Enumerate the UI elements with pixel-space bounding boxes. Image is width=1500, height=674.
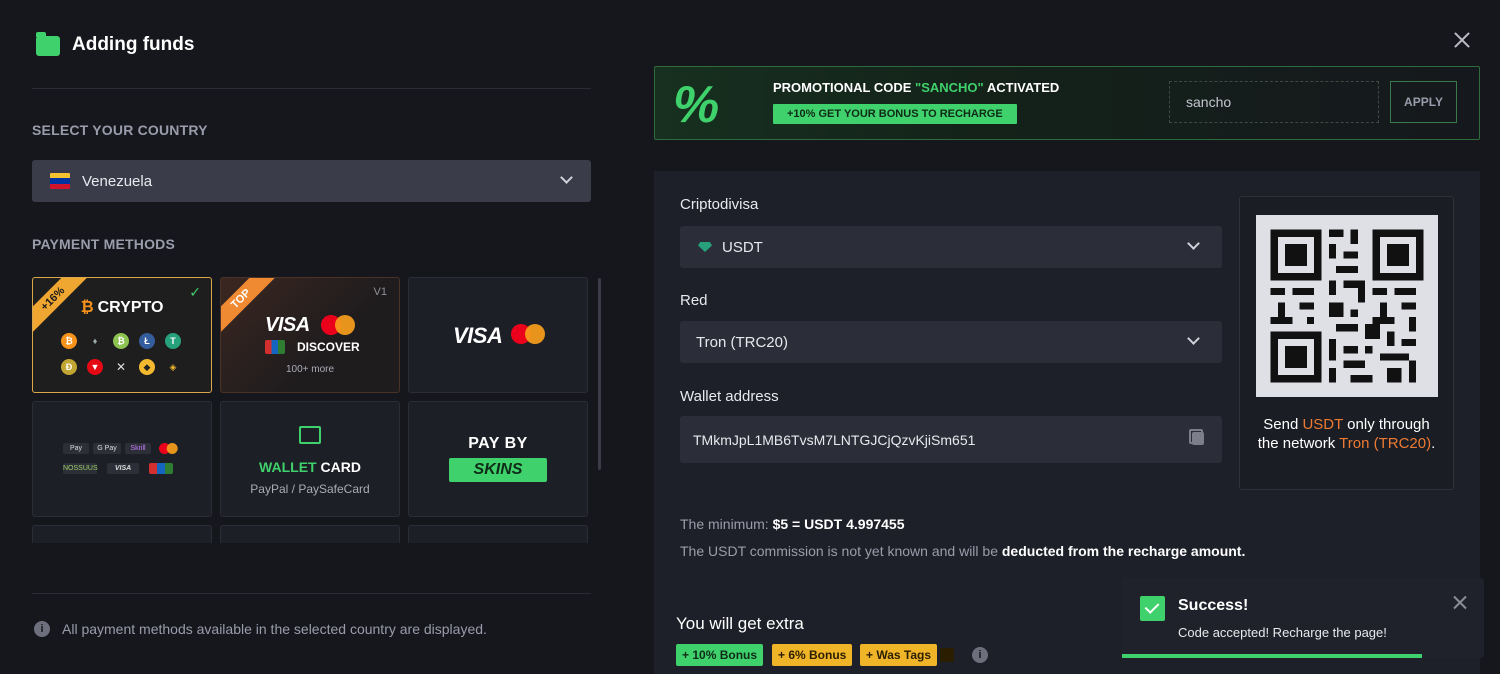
wallet-address-label: Wallet address [680, 388, 779, 405]
country-section-label: SELECT YOUR COUNTRY [32, 122, 208, 138]
chevron-down-icon [560, 171, 573, 184]
check-icon [1140, 596, 1165, 621]
toast-progress-bar [1122, 654, 1423, 658]
payment-methods-label: PAYMENT METHODS [32, 236, 176, 252]
bitcoin-coin-icon: ₿ [61, 333, 77, 349]
payment-card-visa-mastercard-discover[interactable]: TOP V1 VISA DISCOVER 100+ more [220, 277, 400, 393]
payment-card-crypto[interactable]: +16% ✓ ₿ CRYPTO ₿ ♦ ₿ Ł T Ð ▼ ✕ ◆ ◈ [32, 277, 212, 393]
crypto-label: ₿ CRYPTO [80, 299, 164, 316]
network-select[interactable]: Tron (TRC20) [680, 321, 1222, 363]
network-label: Red [680, 292, 708, 309]
bonus-tag: + Was Tags [860, 644, 938, 666]
wallet-card-title: WALLET CARD [259, 459, 361, 475]
mastercard-logo [321, 315, 355, 335]
tron-coin-icon: ▼ [87, 359, 103, 375]
close-icon[interactable] [1452, 594, 1468, 610]
apple-pay-icon: Pay [63, 443, 89, 454]
toast-message: Code accepted! Recharge the page! [1178, 625, 1387, 640]
toast-title: Success! [1178, 597, 1249, 614]
qr-instruction: Send USDT only through the network Tron … [1257, 416, 1436, 452]
promo-bonus-badge: +10% GET YOUR BONUS TO RECHARGE [773, 104, 1017, 124]
network-value: Tron (TRC20) [696, 333, 788, 351]
mastercard-logo [511, 324, 545, 344]
payment-card-wallet-card[interactable]: WALLET CARD PayPal / PaySafeCard [220, 401, 400, 517]
info-icon: i [34, 621, 50, 637]
neteller-icon: NOSSUUS [63, 463, 98, 474]
payment-methods-scrollbar[interactable] [598, 278, 601, 470]
bitcoin-cash-coin-icon: ₿ [113, 333, 129, 349]
qr-box: Send USDT only through the network Tron … [1239, 196, 1454, 490]
copy-icon[interactable] [1189, 429, 1204, 445]
bonus-tag: + 10% Bonus [676, 644, 764, 666]
bnb-coin-icon: ◆ [139, 359, 155, 375]
tether-icon [698, 242, 712, 252]
visa-logo: VISA [453, 323, 503, 348]
bonus-tag: + 6% Bonus [772, 644, 853, 666]
wallet-card-subtitle: PayPal / PaySafeCard [250, 482, 370, 496]
binance-usd-coin-icon: ◈ [169, 362, 177, 372]
country-value: Venezuela [82, 172, 153, 190]
unionpay-icon [149, 463, 173, 474]
tether-coin-icon: T [165, 333, 181, 349]
ethereum-coin-icon: ♦ [92, 336, 98, 346]
currency-label: Criptodivisa [680, 196, 759, 213]
close-icon[interactable] [1450, 28, 1474, 52]
promo-title: PROMOTIONAL CODE "SANCHO" ACTIVATED [773, 80, 1060, 95]
visa-icon: VISA [107, 463, 139, 474]
success-toast: Success! Code accepted! Recharge the pag… [1122, 578, 1484, 658]
qr-code-image [1256, 215, 1438, 397]
wallet-address-value: TMkmJpL1MB6TvsM7LNTGJCjQzvKjiSm651 [693, 431, 976, 448]
payment-methods-grid: +16% ✓ ₿ CRYPTO ₿ ♦ ₿ Ł T Ð ▼ ✕ ◆ ◈ TOP V… [32, 277, 588, 543]
wallet-address-field[interactable]: TMkmJpL1MB6TvsM7LNTGJCjQzvKjiSm651 [680, 416, 1222, 463]
bitcoin-icon: ₿ [80, 299, 94, 316]
qr-code [1256, 215, 1438, 397]
discover-logo: DISCOVER [297, 340, 360, 354]
skrill-icon: Skrill [125, 443, 151, 454]
chevron-down-icon [1187, 332, 1200, 345]
commission-note: The USDT commission is not yet known and… [680, 543, 1246, 559]
gift-card-icon [299, 426, 321, 444]
more-methods-text: 100+ more [285, 364, 335, 375]
percent-icon: % [673, 76, 720, 134]
pay-by-text: PAY BY [468, 435, 528, 452]
payment-card-pay-by-skins[interactable]: PAY BY SKINS [408, 401, 588, 517]
payment-card-more[interactable] [408, 525, 588, 543]
divider [32, 593, 591, 594]
extra-title: You will get extra [676, 614, 804, 633]
country-select[interactable]: Venezuela [32, 160, 591, 202]
unionpay-logo [265, 340, 285, 354]
minimum-amount: The minimum: $5 = USDT 4.997455 [680, 516, 905, 532]
litecoin-coin-icon: Ł [139, 333, 155, 349]
xrp-coin-icon: ✕ [115, 360, 127, 374]
currency-select[interactable]: USDT [680, 226, 1222, 268]
payment-card-more[interactable] [32, 525, 212, 543]
google-pay-icon: G Pay [93, 443, 121, 454]
currency-value: USDT [722, 238, 763, 256]
payment-card-more[interactable] [220, 525, 400, 543]
promo-code-input[interactable] [1169, 81, 1379, 123]
divider [32, 88, 591, 89]
payment-card-visa-mastercard[interactable]: VISA [408, 277, 588, 393]
chevron-down-icon [1187, 237, 1200, 250]
tag-icon [940, 648, 954, 662]
footer-note: i All payment methods available in the s… [34, 621, 487, 637]
skins-logo: SKINS [449, 458, 547, 482]
modal-title: Adding funds [72, 34, 195, 55]
mastercard-logo [159, 443, 178, 454]
visa-logo: VISA [265, 314, 310, 336]
payment-card-ewallets[interactable]: Pay G Pay Skrill NOSSUUS VISA [32, 401, 212, 517]
apply-button[interactable]: APPLY [1390, 81, 1457, 123]
version-badge: V1 [373, 286, 387, 298]
promo-banner: % PROMOTIONAL CODE "SANCHO" ACTIVATED +1… [654, 66, 1480, 140]
info-icon[interactable]: i [972, 647, 988, 663]
wallet-icon [36, 32, 60, 56]
venezuela-flag-icon [50, 173, 70, 189]
dogecoin-coin-icon: Ð [61, 359, 77, 375]
